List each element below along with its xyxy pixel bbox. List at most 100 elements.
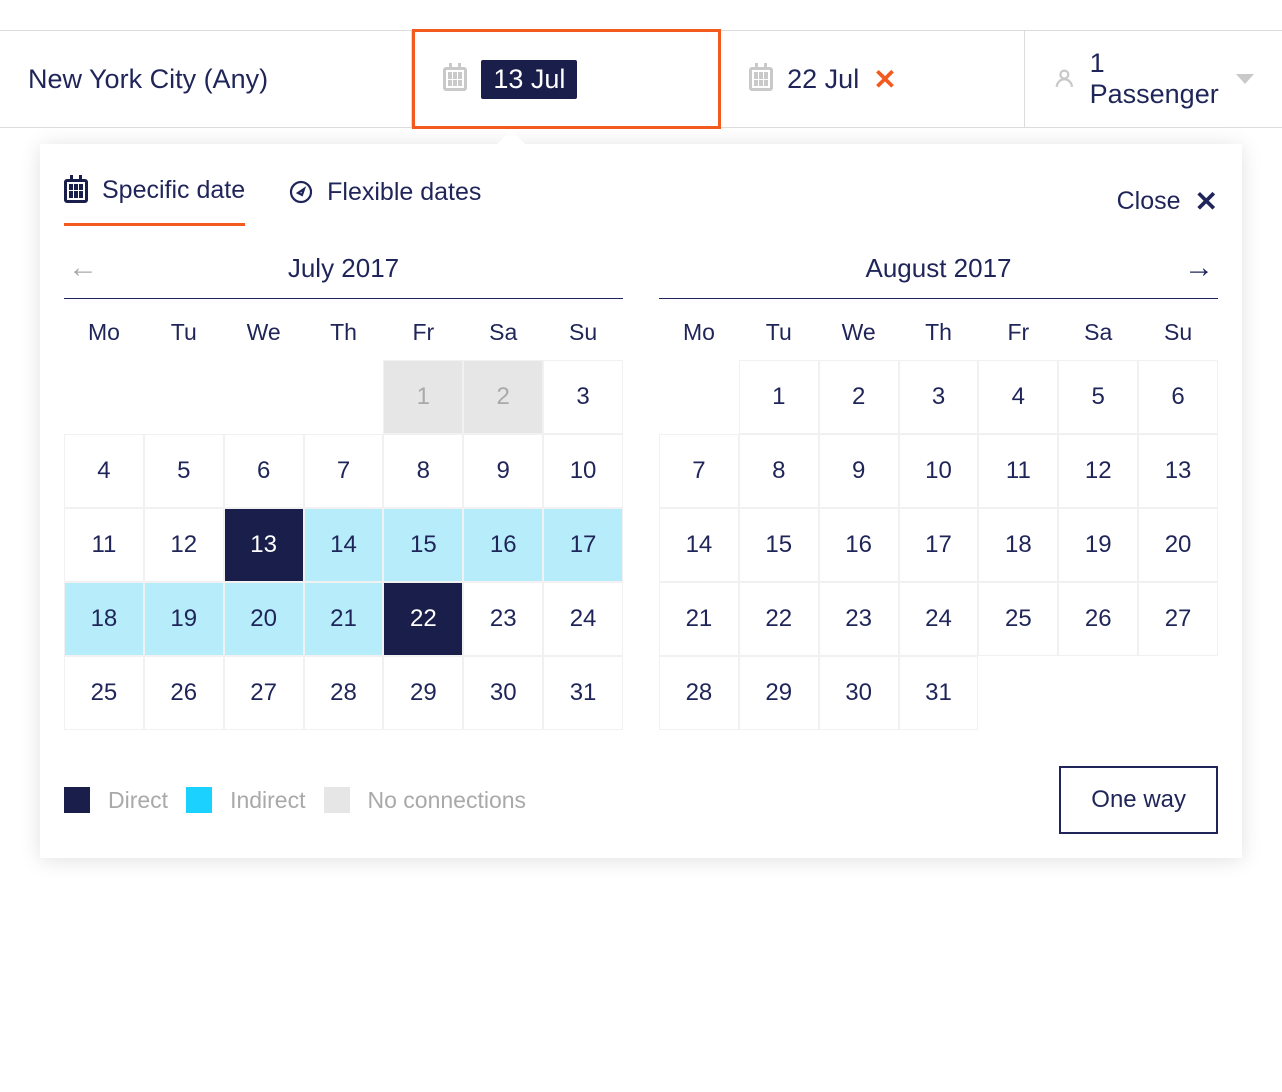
day-cell[interactable]: 26 (1058, 582, 1138, 656)
date-mode-tabs: Specific date Flexible dates (64, 176, 481, 226)
one-way-button[interactable]: One way (1059, 766, 1218, 834)
date-picker-popover: Specific date Flexible dates Close ✕ ←Ju… (40, 144, 1242, 858)
tab-label: Specific date (102, 176, 245, 205)
day-cell[interactable]: 30 (819, 656, 899, 730)
return-date-value: 22 Jul (787, 64, 859, 95)
day-cell[interactable]: 28 (304, 656, 384, 730)
day-cell[interactable]: 22 (739, 582, 819, 656)
destination-value: New York City (Any) (28, 64, 268, 95)
day-cell[interactable]: 30 (463, 656, 543, 730)
day-cell[interactable]: 12 (144, 508, 224, 582)
day-cell[interactable]: 8 (739, 434, 819, 508)
day-cell[interactable]: 15 (739, 508, 819, 582)
day-cell[interactable]: 10 (899, 434, 979, 508)
legend-label-direct: Direct (108, 787, 168, 814)
day-cell[interactable]: 14 (304, 508, 384, 582)
day-cell[interactable]: 1 (739, 360, 819, 434)
day-cell[interactable]: 29 (383, 656, 463, 730)
day-cell[interactable]: 5 (1058, 360, 1138, 434)
day-cell[interactable]: 23 (819, 582, 899, 656)
day-cell[interactable]: 9 (819, 434, 899, 508)
day-cell[interactable]: 16 (819, 508, 899, 582)
day-cell[interactable]: 4 (978, 360, 1058, 434)
chevron-down-icon (1236, 74, 1254, 84)
next-month-button[interactable]: → (1184, 251, 1214, 285)
close-icon: ✕ (1195, 185, 1218, 218)
tab-specific-date[interactable]: Specific date (64, 176, 245, 226)
destination-field[interactable]: New York City (Any) (0, 31, 412, 127)
day-cell[interactable]: 20 (224, 582, 304, 656)
clear-return-icon[interactable]: ✕ (873, 63, 896, 96)
day-cell[interactable]: 12 (1058, 434, 1138, 508)
day-cell[interactable]: 6 (224, 434, 304, 508)
empty-cell (659, 360, 739, 432)
calendar-month: ←July 2017MoTuWeThFrSaSu1234567891011121… (64, 238, 623, 730)
passengers-field[interactable]: 1 Passenger (1025, 31, 1282, 127)
day-cell[interactable]: 31 (899, 656, 979, 730)
depart-date-field[interactable]: 13 Jul (412, 29, 721, 129)
day-cell[interactable]: 19 (144, 582, 224, 656)
weekday-row: MoTuWeThFrSaSu (64, 319, 623, 346)
legend-swatch-direct (64, 787, 90, 813)
day-cell[interactable]: 28 (659, 656, 739, 730)
close-button[interactable]: Close ✕ (1117, 185, 1218, 218)
day-cell[interactable]: 5 (144, 434, 224, 508)
empty-cell (64, 360, 144, 432)
day-cell[interactable]: 3 (899, 360, 979, 434)
tab-flexible-dates[interactable]: Flexible dates (289, 176, 481, 226)
day-cell[interactable]: 25 (978, 582, 1058, 656)
day-cell[interactable]: 29 (739, 656, 819, 730)
day-cell[interactable]: 13 (224, 508, 304, 582)
day-cell[interactable]: 15 (383, 508, 463, 582)
day-cell[interactable]: 27 (224, 656, 304, 730)
day-cell[interactable]: 21 (659, 582, 739, 656)
day-cell[interactable]: 3 (543, 360, 623, 434)
day-cell[interactable]: 6 (1138, 360, 1218, 434)
day-cell[interactable]: 19 (1058, 508, 1138, 582)
day-cell[interactable]: 4 (64, 434, 144, 508)
legend-swatch-noconn (324, 787, 350, 813)
day-cell[interactable]: 9 (463, 434, 543, 508)
day-cell[interactable]: 10 (543, 434, 623, 508)
legend: Direct Indirect No connections (64, 787, 526, 814)
day-cell[interactable]: 17 (899, 508, 979, 582)
day-cell[interactable]: 16 (463, 508, 543, 582)
day-cell[interactable]: 11 (64, 508, 144, 582)
day-cell[interactable]: 27 (1138, 582, 1218, 656)
day-cell[interactable]: 26 (144, 656, 224, 730)
month-header: August 2017 → (659, 238, 1218, 299)
day-cell[interactable]: 25 (64, 656, 144, 730)
day-cell[interactable]: 24 (543, 582, 623, 656)
day-cell[interactable]: 11 (978, 434, 1058, 508)
day-cell[interactable]: 13 (1138, 434, 1218, 508)
day-cell: 1 (383, 360, 463, 434)
day-cell[interactable]: 7 (304, 434, 384, 508)
calendar-icon (64, 179, 88, 203)
day-cell[interactable]: 18 (978, 508, 1058, 582)
weekday-label: Tu (144, 319, 224, 346)
days-grid: 1234567891011121314151617181920212223242… (64, 360, 623, 730)
day-cell[interactable]: 24 (899, 582, 979, 656)
day-cell[interactable]: 21 (304, 582, 384, 656)
days-grid: 1234567891011121314151617181920212223242… (659, 360, 1218, 730)
day-cell[interactable]: 22 (383, 582, 463, 656)
day-cell[interactable]: 31 (543, 656, 623, 730)
passengers-value: 1 Passenger (1090, 48, 1222, 110)
month-title: August 2017 (865, 253, 1011, 284)
return-date-field[interactable]: 22 Jul ✕ (721, 31, 1025, 127)
day-cell[interactable]: 17 (543, 508, 623, 582)
weekday-label: Fr (383, 319, 463, 346)
day-cell[interactable]: 7 (659, 434, 739, 508)
day-cell[interactable]: 20 (1138, 508, 1218, 582)
weekday-label: Su (543, 319, 623, 346)
day-cell[interactable]: 14 (659, 508, 739, 582)
day-cell[interactable]: 23 (463, 582, 543, 656)
day-cell[interactable]: 8 (383, 434, 463, 508)
weekday-label: Mo (64, 319, 144, 346)
weekday-label: Sa (1058, 319, 1138, 346)
day-cell[interactable]: 18 (64, 582, 144, 656)
empty-cell (144, 360, 224, 432)
month-title: July 2017 (288, 253, 399, 284)
close-label: Close (1117, 187, 1181, 216)
day-cell[interactable]: 2 (819, 360, 899, 434)
